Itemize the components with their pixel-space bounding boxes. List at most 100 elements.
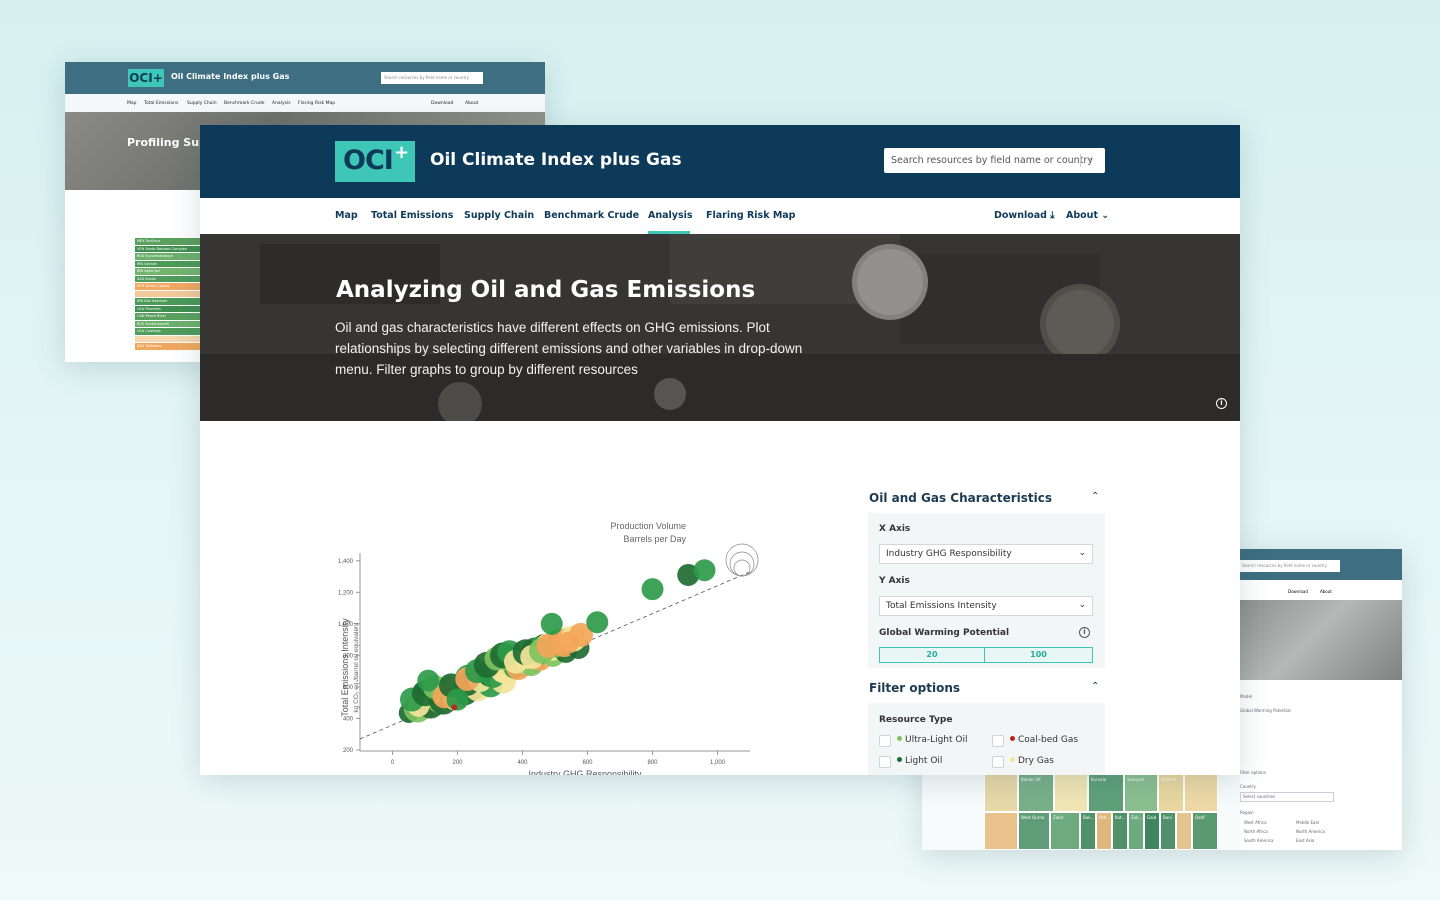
br-region-option[interactable]: South America [1244, 838, 1273, 843]
controls-panel: Oil and Gas Characteristics ⌃ X Axis Ind… [868, 489, 1105, 775]
nav-analysis[interactable]: Analysis [648, 210, 693, 221]
logo-plus-icon: + [394, 142, 410, 163]
checkbox-coal-bed-gas[interactable] [992, 735, 1004, 747]
bl-bar-7 [135, 290, 203, 297]
gwp-option-20[interactable]: 20 [880, 648, 985, 662]
br-region-option[interactable]: East Asia [1296, 838, 1314, 843]
bl-nav-supply-chain[interactable]: Supply Chain [187, 101, 217, 106]
bl-title: Oil Climate Index plus Gas [171, 72, 290, 81]
treemap-cell[interactable]: Kat... [1112, 812, 1128, 850]
bl-bar-5: SAU Kruda [135, 275, 203, 282]
br-region-label: Region [1240, 810, 1254, 815]
bl-search-input[interactable]: Search resources by field name or countr… [381, 72, 483, 84]
treemap-cell[interactable]: Balder UK [1018, 774, 1054, 812]
section-title-characteristics: Oil and Gas Characteristics [869, 491, 1053, 505]
br-search-input[interactable]: Search resources by field name or countr… [1240, 560, 1340, 572]
gwp-option-100[interactable]: 100 [985, 648, 1092, 662]
bl-bar-11: RUS Surakhanneft [135, 320, 203, 327]
hero-title: Analyzing Oil and Gas Emissions [336, 277, 756, 303]
nav-benchmark-crude[interactable]: Benchmark Crude [544, 210, 639, 221]
br-about[interactable]: About [1320, 589, 1332, 594]
y-axis-value: Total Emissions Intensity [886, 601, 997, 611]
info-icon[interactable]: i [1216, 398, 1227, 409]
treemap-cell[interactable]: West Qurna [1018, 812, 1050, 850]
bl-about[interactable]: About [465, 101, 478, 106]
data-point [641, 578, 664, 601]
bl-bar-3: IRN Salman [135, 260, 203, 267]
gwp-toggle: 20 100 [879, 647, 1093, 663]
nav-map[interactable]: Map [335, 210, 358, 221]
br-country-select[interactable]: Select countries [1240, 792, 1334, 802]
bl-nav-map[interactable]: Map [127, 101, 137, 106]
chevron-up-icon[interactable]: ⌃ [1091, 491, 1099, 502]
size-legend-circle [733, 559, 751, 577]
y-axis-label: Y Axis [879, 576, 910, 586]
br-nav: Download About [1240, 580, 1402, 600]
br-region-option[interactable]: West Africa [1244, 820, 1267, 825]
treemap-cell[interactable]: Bani [1160, 812, 1176, 850]
y-axis-subtitle: kg CO₂ eq./barrel oil equivalent [353, 622, 360, 712]
chevron-down-icon[interactable]: ⌄ [1086, 153, 1094, 163]
br-side-panel: Model Global Warming Potential Filter op… [1240, 680, 1402, 850]
y-axis-title: Total Emissions Intensity [340, 618, 350, 717]
download-button[interactable]: Download ⤓ [994, 210, 1054, 221]
option-dry-gas: Dry Gas [1010, 756, 1054, 766]
nav-flaring-risk-map[interactable]: Flaring Risk Map [706, 210, 796, 221]
br-satellite-map [1240, 600, 1402, 680]
x-tick-label: 600 [582, 760, 593, 766]
treemap-cell[interactable] [1054, 774, 1088, 812]
treemap-cell[interactable]: Sulaiyah [1124, 774, 1158, 812]
x-axis-select[interactable]: Industry GHG Responsibility ⌄ [879, 544, 1093, 564]
treemap-cell[interactable]: Ghitsha [1158, 774, 1184, 812]
treemap-cell[interactable] [984, 774, 1018, 812]
y-axis-select[interactable]: Total Emissions Intensity ⌄ [879, 596, 1093, 616]
bl-bar-10: CAN Peace River [135, 313, 203, 320]
checkbox-ultra-light-oil[interactable] [879, 735, 891, 747]
treemap-cell[interactable]: Gaid [1144, 812, 1160, 850]
bl-nav-analysis[interactable]: Analysis [272, 101, 291, 106]
about-menu[interactable]: About ⌄ [1066, 210, 1109, 221]
chevron-up-icon[interactable]: ⌃ [1091, 681, 1099, 692]
oci-logo[interactable]: OCI + [335, 141, 415, 182]
option-ultra-light-oil: Ultra-Light Oil [897, 735, 968, 745]
bl-nav-total-emissions[interactable]: Total Emissions [144, 101, 178, 106]
br-region-option[interactable]: North America [1296, 829, 1325, 834]
size-legend-circle [729, 551, 755, 577]
treemap-cell[interactable]: Oth... [1096, 812, 1112, 850]
treemap-cell[interactable]: Bak... [1080, 812, 1096, 850]
br-region-option[interactable]: Middle East [1296, 820, 1319, 825]
search-input[interactable]: Search resources by field name or countr… [884, 148, 1105, 173]
treemap-cell[interactable]: Zakit [1050, 812, 1080, 850]
data-point [451, 704, 458, 711]
bl-nav-flaring[interactable]: Flaring Risk Map [298, 101, 335, 106]
search-divider [1080, 154, 1081, 167]
bl-bar-list: MEX Tecilisco VEN Santa Barbara Complex RU… [135, 238, 203, 351]
treemap-cell[interactable] [1176, 812, 1192, 850]
x-tick-label: 400 [517, 760, 528, 766]
treemap-cell[interactable]: Kuruala [1088, 774, 1124, 812]
checkbox-dry-gas[interactable] [992, 756, 1004, 768]
dry-gas-swatch [1010, 757, 1015, 762]
br-download[interactable]: Download [1288, 589, 1308, 594]
scatter-chart: 0 200 400 600 800 1,000 200 400 600 800 1,000 1,200… [330, 505, 830, 775]
bl-bar-13 [135, 335, 203, 342]
bl-nav-benchmark-crude[interactable]: Benchmark Crude [224, 101, 265, 106]
search-placeholder: Search resources by field name or countr… [891, 155, 1093, 166]
x-axis-value: Industry GHG Responsibility [886, 549, 1012, 559]
chevron-down-icon: ⌄ [1078, 600, 1086, 610]
treemap-cell[interactable]: Zuk... [1128, 812, 1144, 850]
treemap-cell[interactable] [1184, 774, 1218, 812]
info-icon[interactable]: i [1079, 627, 1090, 638]
hero-description: Oil and gas characteristics have differe… [335, 320, 803, 377]
nav-total-emissions[interactable]: Total Emissions [371, 210, 453, 221]
nav-supply-chain[interactable]: Supply Chain [464, 210, 534, 221]
br-region-option[interactable]: North Africa [1244, 829, 1268, 834]
ultra-light-oil-label: Ultra-Light Oil [905, 735, 968, 745]
light-oil-swatch [897, 757, 902, 762]
bl-download[interactable]: Download [431, 101, 453, 106]
checkbox-light-oil[interactable] [879, 756, 891, 768]
treemap-cell[interactable] [984, 812, 1018, 850]
data-point [536, 633, 561, 658]
treemap-cell[interactable]: Qatif [1192, 812, 1218, 850]
data-point [693, 559, 716, 582]
